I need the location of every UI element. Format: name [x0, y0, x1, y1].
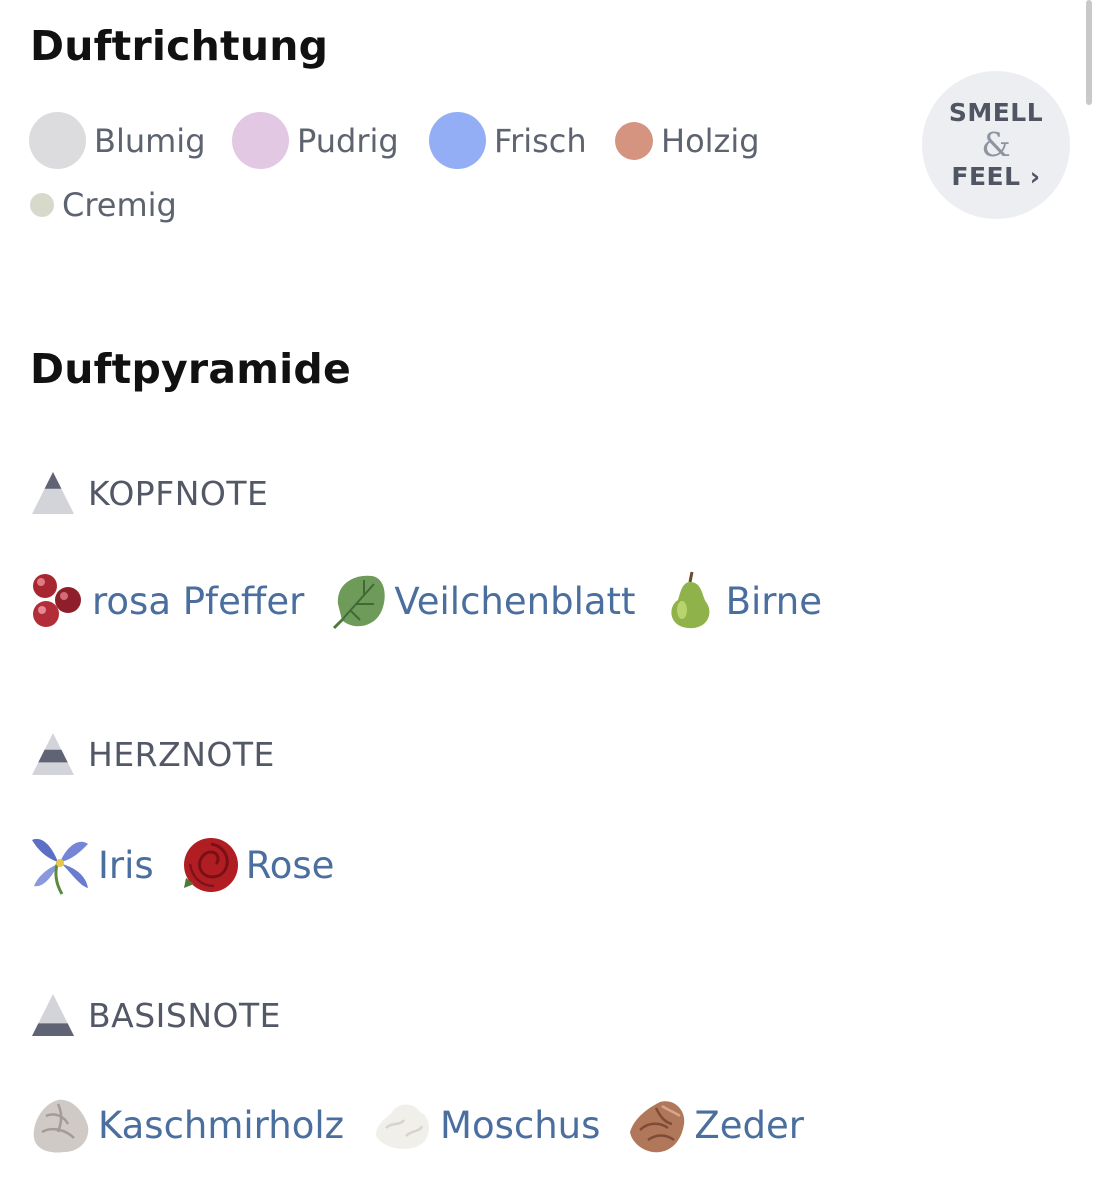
iris-icon	[32, 838, 88, 895]
legend-item-frisch: Frisch	[429, 112, 587, 169]
ingredient-row-kopfnote: rosa Pfeffer Veilchenblatt Birne	[28, 570, 848, 632]
legend-label: Holzig	[661, 122, 760, 160]
ingredient-row-basisnote: Kaschmirholz Moschus Zeder	[28, 1092, 830, 1158]
ingredient-name: Rose	[245, 843, 335, 887]
legend-label: Cremig	[62, 186, 177, 224]
legend-dot-blumig	[29, 112, 86, 169]
violet-leaf-icon	[333, 575, 386, 630]
cedar-icon	[630, 1101, 685, 1153]
pink-pepper-icon	[33, 574, 81, 627]
legend-dot-frisch	[429, 112, 486, 169]
section-title-duftpyramide: Duftpyramide	[30, 345, 351, 393]
legend-item-blumig: Blumig	[29, 112, 206, 169]
legend-label: Pudrig	[297, 121, 399, 160]
legend-label: Frisch	[494, 121, 587, 160]
ingredient-name: rosa Pfeffer	[92, 579, 305, 623]
pyramid-top-icon	[32, 472, 74, 514]
scrollbar[interactable]	[1086, 0, 1092, 105]
note-label: BASISNOTE	[88, 995, 282, 1035]
note-header-herznote: HERZNOTE	[30, 731, 275, 777]
ingredient-name: Veilchenblatt	[394, 579, 636, 623]
note-header-kopfnote: KOPFNOTE	[30, 470, 268, 516]
cashmere-wood-icon	[33, 1099, 89, 1153]
legend-dot-pudrig	[232, 112, 289, 169]
pyramid-base-icon	[32, 994, 74, 1036]
rose-icon	[183, 838, 238, 892]
ingredient-moschus[interactable]: Moschus	[370, 1092, 600, 1158]
ingredient-rose[interactable]: Rose	[180, 834, 335, 896]
pyramid-middle-icon	[32, 733, 74, 775]
ingredient-name: Kaschmirholz	[98, 1103, 345, 1147]
ingredient-name: Birne	[725, 579, 823, 623]
pear-icon	[670, 571, 709, 629]
legend-item-cremig: Cremig	[30, 186, 177, 224]
ingredient-zeder[interactable]: Zeder	[626, 1092, 804, 1158]
legend-dot-cremig	[30, 193, 54, 217]
smell-feel-line2: FEEL ›	[951, 162, 1041, 191]
smell-feel-button[interactable]: SMELL & FEEL ›	[922, 71, 1070, 219]
smell-feel-amp: &	[981, 125, 1011, 164]
legend-dot-holzig	[615, 122, 653, 160]
musk-icon	[376, 1104, 429, 1149]
ingredient-name: Moschus	[440, 1103, 601, 1147]
note-label: HERZNOTE	[88, 734, 275, 774]
legend-item-pudrig: Pudrig	[232, 112, 399, 169]
ingredient-birne[interactable]: Birne	[662, 570, 822, 632]
ingredient-name: Zeder	[694, 1103, 804, 1147]
legend-item-holzig: Holzig	[615, 122, 760, 160]
ingredient-kaschmirholz[interactable]: Kaschmirholz	[28, 1092, 344, 1158]
ingredient-iris[interactable]: Iris	[28, 832, 154, 898]
ingredient-name: Iris	[98, 843, 154, 887]
ingredient-veilchenblatt[interactable]: Veilchenblatt	[330, 570, 636, 632]
ingredient-rosa-pfeffer[interactable]: rosa Pfeffer	[28, 570, 304, 632]
legend-label: Blumig	[94, 121, 206, 160]
note-label: KOPFNOTE	[88, 473, 269, 513]
section-title-duftrichtung: Duftrichtung	[30, 22, 329, 70]
note-header-basisnote: BASISNOTE	[30, 992, 281, 1038]
ingredient-row-herznote: Iris Rose	[28, 832, 360, 898]
